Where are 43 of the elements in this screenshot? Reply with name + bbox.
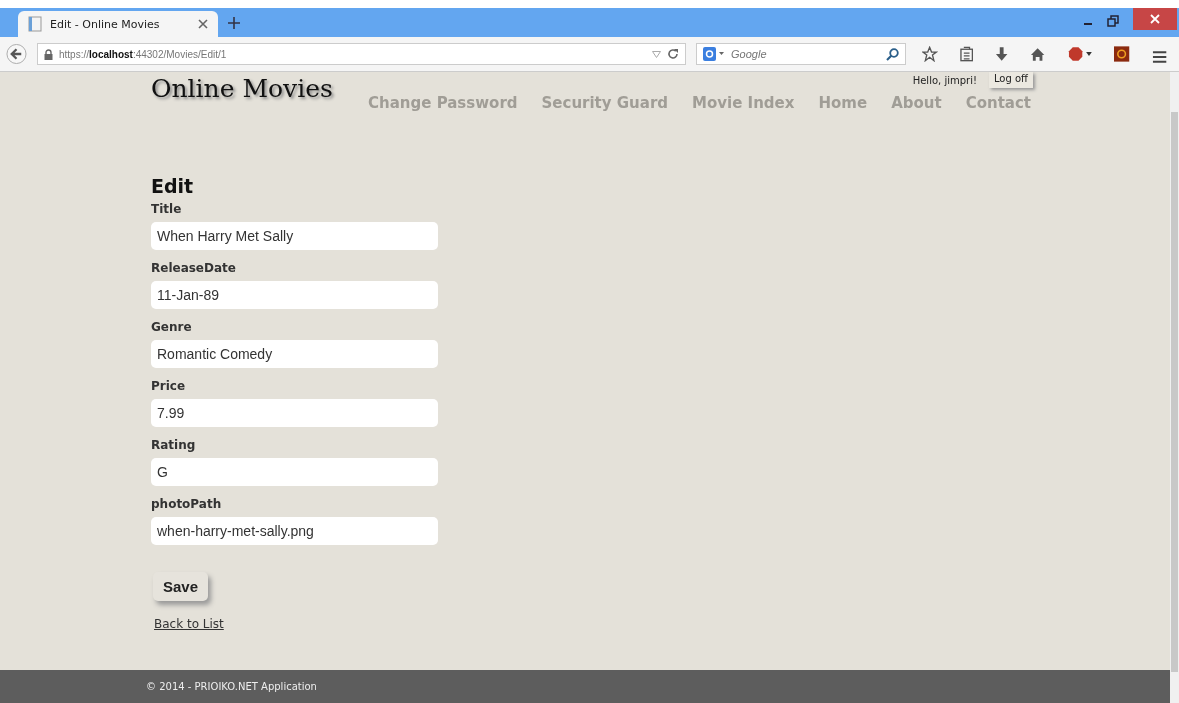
- back-icon[interactable]: [6, 43, 27, 65]
- field-label: Price: [151, 378, 187, 395]
- footer-text: © 2014 - PRIOIKO.NET Application: [146, 681, 317, 692]
- search-engine-icon[interactable]: [703, 47, 726, 61]
- add-on-icon[interactable]: [1114, 46, 1130, 62]
- search-bar[interactable]: Google: [696, 43, 907, 65]
- field-label: ReleaseDate: [151, 260, 237, 277]
- star-icon[interactable]: [922, 46, 938, 62]
- save-button[interactable]: Save: [153, 572, 209, 601]
- close-window-button[interactable]: [1133, 8, 1177, 30]
- input-field[interactable]: 7.99: [151, 399, 438, 427]
- address-bar[interactable]: https://localhost:44302/Movies/Edit/1: [37, 43, 687, 65]
- input-field[interactable]: 11-Jan-89: [151, 281, 438, 309]
- close-tab-icon[interactable]: [198, 19, 208, 29]
- new-tab-icon[interactable]: [228, 17, 240, 29]
- url-text: https://localhost:44302/Movies/Edit/1: [59, 48, 227, 60]
- lock-icon: [44, 48, 53, 60]
- search-field[interactable]: Google: [729, 47, 883, 61]
- restore-icon[interactable]: [1107, 15, 1119, 27]
- page-heading: Edit: [151, 174, 195, 198]
- input-field[interactable]: Romantic Comedy: [151, 340, 438, 368]
- home-icon[interactable]: [1030, 46, 1046, 62]
- input-field[interactable]: G: [151, 458, 438, 486]
- field-label: Genre: [151, 319, 193, 336]
- field-label: photoPath: [151, 496, 223, 513]
- site-title[interactable]: Online Movies: [151, 74, 333, 112]
- greeting-text: Hello, jimpri!: [912, 74, 977, 86]
- input-field[interactable]: When Harry Met Sally: [151, 222, 438, 250]
- search-icon[interactable]: [886, 47, 900, 61]
- back-to-list-link[interactable]: Back to List: [154, 617, 224, 631]
- input-field[interactable]: when-harry-met-sally.png: [151, 517, 438, 545]
- field-label: Title: [151, 201, 183, 218]
- field-label: Rating: [151, 437, 197, 454]
- adblock-icon[interactable]: [1067, 46, 1093, 62]
- close-icon: [1150, 14, 1160, 24]
- tab-title: Edit - Online Movies: [50, 17, 161, 31]
- page-icon: [28, 16, 42, 32]
- log-off-link[interactable]: Log off: [988, 72, 1033, 88]
- menu-icon[interactable]: [1151, 50, 1167, 64]
- reload-icon[interactable]: [667, 48, 680, 60]
- browser-tab[interactable]: Edit - Online Movies: [18, 11, 218, 37]
- download-icon[interactable]: [995, 46, 1009, 62]
- reading-list-icon[interactable]: [959, 46, 974, 62]
